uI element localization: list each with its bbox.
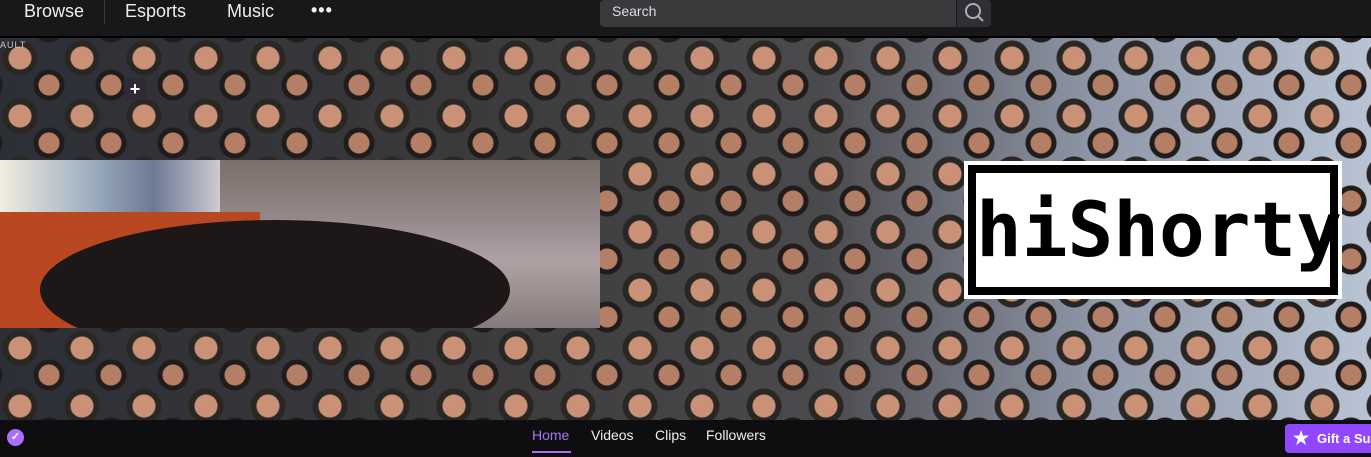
nav-divider: [104, 0, 105, 24]
verified-badge-icon: ✓: [7, 429, 24, 446]
plus-icon: +: [124, 78, 146, 100]
overlay-label: AULT: [0, 40, 27, 50]
active-tab-indicator: [532, 451, 571, 453]
top-navigation: Browse Esports Music ••• Search: [0, 0, 1371, 38]
nav-browse[interactable]: Browse: [24, 0, 84, 22]
search-input[interactable]: Search: [600, 0, 956, 27]
more-menu-icon[interactable]: •••: [311, 0, 333, 20]
search-placeholder: Search: [612, 3, 657, 19]
tab-followers[interactable]: Followers: [706, 427, 766, 443]
gift-sub-label: Gift a Sub: [1317, 431, 1371, 446]
channel-banner: AULT + hiShorty: [0, 38, 1371, 420]
star-icon: ★: [1293, 428, 1310, 448]
nav-music[interactable]: Music: [227, 0, 274, 22]
webcam-overlay: [0, 160, 600, 328]
search-button[interactable]: [957, 0, 991, 27]
channel-logo-text: hiShorty: [976, 185, 1343, 274]
tab-clips[interactable]: Clips: [655, 427, 686, 443]
nav-esports[interactable]: Esports: [125, 0, 186, 22]
channel-logo: hiShorty: [964, 161, 1343, 299]
gift-sub-button[interactable]: ★ Gift a Sub: [1285, 424, 1371, 453]
tab-home[interactable]: Home: [532, 427, 569, 443]
search-icon: [965, 3, 984, 22]
tab-videos[interactable]: Videos: [591, 427, 634, 443]
channel-tab-bar: ✓ Home Videos Clips Followers ★ Gift a S…: [0, 420, 1371, 457]
